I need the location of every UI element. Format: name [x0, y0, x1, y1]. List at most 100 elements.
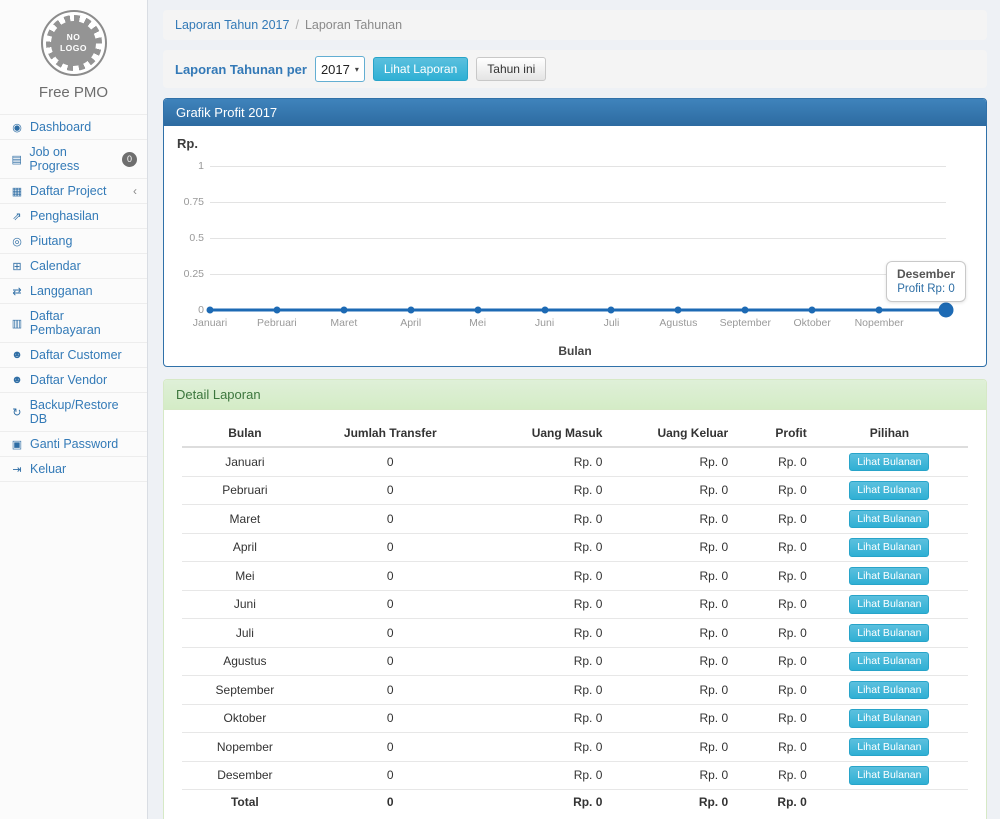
table-row: Maret0Rp. 0Rp. 0Rp. 0Lihat Bulanan [182, 505, 968, 534]
lihat-bulanan-button[interactable]: Lihat Bulanan [849, 538, 929, 557]
total-cell-jumlah_transfer: 0 [308, 790, 473, 814]
column-header-uang-masuk: Uang Masuk [473, 420, 607, 447]
cell-pilihan: Lihat Bulanan [811, 676, 968, 705]
sidebar-item-daftar-pembayaran[interactable]: ▥Daftar Pembayaran [0, 303, 147, 342]
lihat-bulanan-button[interactable]: Lihat Bulanan [849, 567, 929, 586]
data-point-januari[interactable] [207, 307, 214, 314]
cell-bulan: Mei [182, 562, 308, 591]
sidebar-item-langganan[interactable]: ⇄Langganan [0, 278, 147, 303]
breadcrumb: Laporan Tahun 2017/Laporan Tahunan [163, 10, 987, 40]
lihat-bulanan-button[interactable]: Lihat Bulanan [849, 738, 929, 757]
data-point-mei[interactable] [474, 307, 481, 314]
lihat-bulanan-button[interactable]: Lihat Bulanan [849, 481, 929, 500]
lihat-bulanan-button[interactable]: Lihat Bulanan [849, 681, 929, 700]
breadcrumb-link-laporan-tahun[interactable]: Laporan Tahun 2017 [175, 18, 289, 32]
table-row: Mei0Rp. 0Rp. 0Rp. 0Lihat Bulanan [182, 562, 968, 591]
sidebar-item-dashboard[interactable]: ◉Dashboard [0, 114, 147, 139]
cell-jumlah_transfer: 0 [308, 676, 473, 705]
no-logo-badge: NO LOGO [41, 10, 107, 76]
lihat-bulanan-button[interactable]: Lihat Bulanan [849, 510, 929, 529]
payment-icon: ▥ [10, 317, 24, 330]
lihat-bulanan-button[interactable]: Lihat Bulanan [849, 453, 929, 472]
cell-profit: Rp. 0 [732, 562, 811, 591]
total-cell-label: Total [182, 790, 308, 814]
lihat-laporan-button[interactable]: Lihat Laporan [373, 57, 468, 81]
column-header-profit: Profit [732, 420, 811, 447]
sidebar-item-daftar-project[interactable]: ▦Daftar Project‹ [0, 178, 147, 203]
cell-profit: Rp. 0 [732, 590, 811, 619]
data-point-desember[interactable] [939, 303, 954, 318]
column-header-uang-keluar: Uang Keluar [606, 420, 732, 447]
sidebar-item-daftar-vendor[interactable]: ☻Daftar Vendor [0, 367, 147, 392]
calendar-icon: ⊞ [10, 260, 24, 273]
cell-bulan: Maret [182, 505, 308, 534]
cell-uang_masuk: Rp. 0 [473, 676, 607, 705]
lihat-bulanan-button[interactable]: Lihat Bulanan [849, 709, 929, 728]
sidebar-item-label: Penghasilan [30, 209, 99, 223]
data-point-nopember[interactable] [876, 307, 883, 314]
cell-uang_keluar: Rp. 0 [606, 647, 732, 676]
chevron-left-icon: ‹ [133, 185, 137, 197]
table-header-row: BulanJumlah TransferUang MasukUang Kelua… [182, 420, 968, 447]
cell-jumlah_transfer: 0 [308, 733, 473, 762]
chart-plot-area: 00.250.50.751JanuariPebruariMaretAprilMe… [210, 166, 946, 310]
sidebar-item-label: Langganan [30, 284, 93, 298]
chart-tooltip: DesemberProfit Rp: 0 [886, 261, 966, 302]
sidebar-item-backup-restore-db[interactable]: ↻Backup/Restore DB [0, 392, 147, 431]
sidebar-menu: ◉Dashboard▤Job on Progress0▦Daftar Proje… [0, 114, 147, 482]
cell-profit: Rp. 0 [732, 704, 811, 733]
filter-label: Laporan Tahunan per [175, 62, 307, 77]
refresh-icon: ↻ [10, 406, 24, 419]
cell-pilihan: Lihat Bulanan [811, 447, 968, 476]
lock-icon: ▣ [10, 438, 24, 451]
sidebar-item-ganti-password[interactable]: ▣Ganti Password [0, 431, 147, 456]
sidebar-item-piutang[interactable]: ◎Piutang [0, 228, 147, 253]
cell-jumlah_transfer: 0 [308, 590, 473, 619]
data-point-september[interactable] [742, 307, 749, 314]
cell-bulan: Nopember [182, 733, 308, 762]
data-point-juni[interactable] [541, 307, 548, 314]
cell-profit: Rp. 0 [732, 447, 811, 476]
table-row: April0Rp. 0Rp. 0Rp. 0Lihat Bulanan [182, 533, 968, 562]
y-axis-tick: 0.75 [166, 196, 204, 208]
cell-uang_masuk: Rp. 0 [473, 562, 607, 591]
count-badge: 0 [122, 152, 137, 167]
profit-chart: Rp. 00.250.50.751JanuariPebruariMaretApr… [164, 126, 986, 366]
data-point-pebruari[interactable] [273, 307, 280, 314]
cell-pilihan: Lihat Bulanan [811, 761, 968, 790]
cell-pilihan: Lihat Bulanan [811, 704, 968, 733]
data-point-juli[interactable] [608, 307, 615, 314]
lihat-bulanan-button[interactable]: Lihat Bulanan [849, 595, 929, 614]
x-axis-tick: April [400, 317, 421, 329]
chart-x-axis-label: Bulan [558, 344, 591, 358]
lihat-bulanan-button[interactable]: Lihat Bulanan [849, 652, 929, 671]
table-row: Nopember0Rp. 0Rp. 0Rp. 0Lihat Bulanan [182, 733, 968, 762]
sidebar-item-daftar-customer[interactable]: ☻Daftar Customer [0, 342, 147, 367]
lihat-bulanan-button[interactable]: Lihat Bulanan [849, 624, 929, 643]
cell-uang_masuk: Rp. 0 [473, 447, 607, 476]
chart-y-axis-label: Rp. [177, 136, 198, 151]
data-point-maret[interactable] [340, 307, 347, 314]
cell-jumlah_transfer: 0 [308, 562, 473, 591]
sidebar-item-calendar[interactable]: ⊞Calendar [0, 253, 147, 278]
year-select[interactable]: 2017 ▾ [315, 56, 365, 82]
cell-jumlah_transfer: 0 [308, 476, 473, 505]
sidebar-item-job-on-progress[interactable]: ▤Job on Progress0 [0, 139, 147, 178]
data-point-oktober[interactable] [809, 307, 816, 314]
tahun-ini-button[interactable]: Tahun ini [476, 57, 546, 81]
list-icon: ▤ [10, 153, 23, 166]
data-point-april[interactable] [407, 307, 414, 314]
detail-laporan-panel: Detail Laporan BulanJumlah TransferUang … [163, 379, 987, 819]
sidebar-item-keluar[interactable]: ⇥Keluar [0, 456, 147, 482]
table-row: Pebruari0Rp. 0Rp. 0Rp. 0Lihat Bulanan [182, 476, 968, 505]
column-header-pilihan: Pilihan [811, 420, 968, 447]
cell-pilihan: Lihat Bulanan [811, 619, 968, 648]
cell-pilihan: Lihat Bulanan [811, 562, 968, 591]
data-point-agustus[interactable] [675, 307, 682, 314]
y-axis-tick: 0.25 [166, 268, 204, 280]
cell-uang_keluar: Rp. 0 [606, 533, 732, 562]
cell-uang_masuk: Rp. 0 [473, 704, 607, 733]
cell-pilihan: Lihat Bulanan [811, 476, 968, 505]
sidebar-item-penghasilan[interactable]: ⇗Penghasilan [0, 203, 147, 228]
lihat-bulanan-button[interactable]: Lihat Bulanan [849, 766, 929, 785]
